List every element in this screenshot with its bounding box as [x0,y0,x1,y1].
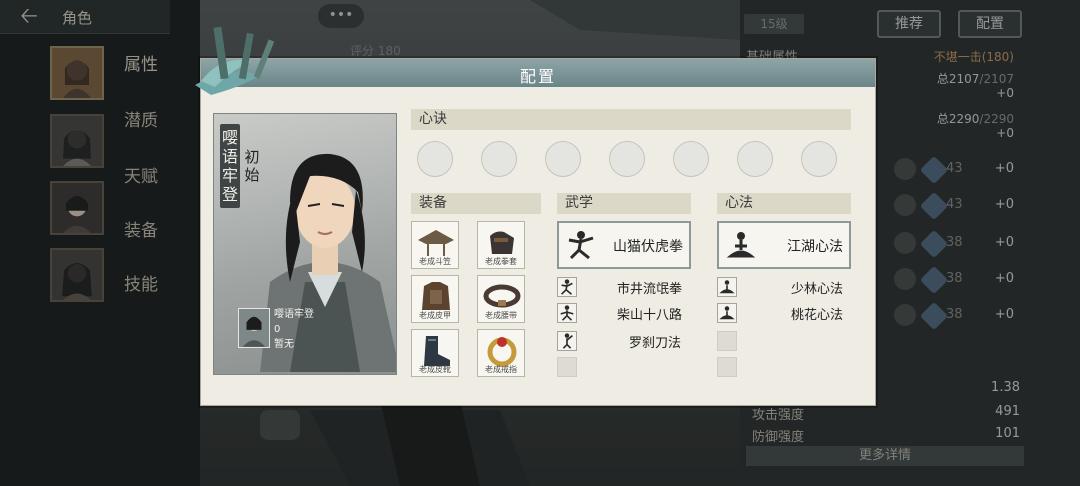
swordsman-icon [562,333,573,349]
character-portrait [260,153,396,372]
character-tag: 初始 [244,148,260,184]
martial-art-icon-2[interactable] [557,303,577,323]
avatar [238,308,270,348]
meditation-icon [719,280,735,294]
xinjue-slot-2[interactable] [481,141,517,177]
equip-slot-boots[interactable]: 老成皮靴 [411,329,459,377]
xinjue-slot-7[interactable] [801,141,837,177]
martial-art-label-3[interactable]: 罗刹刀法 [629,332,681,351]
martial-art-icon-3[interactable] [557,331,577,351]
mind-method-icon-2[interactable] [717,303,737,323]
small-value: 0 [274,324,281,335]
equipment-section-header: 装备 [411,193,541,214]
xinjue-slot-4[interactable] [609,141,645,177]
equip-slot-ring[interactable]: 老成戒指 [477,329,525,377]
equip-slot-armor[interactable]: 老成皮甲 [411,275,459,323]
meditation-icon [719,306,735,320]
fighter-pose-icon [568,231,594,260]
mind-method-label-1[interactable]: 少林心法 [791,278,843,297]
xinjue-slot-6[interactable] [737,141,773,177]
martial-art-main-slot[interactable]: 山猫伏虎拳 [557,221,691,269]
mind-method-icon-1[interactable] [717,277,737,297]
mind-method-main-slot[interactable]: 江湖心法 [717,221,851,269]
xinjue-slot-3[interactable] [545,141,581,177]
mind-method-empty-slot-1[interactable] [717,331,737,351]
equip-slot-hat[interactable]: 老成斗笠 [411,221,459,269]
martial-art-icon-1[interactable] [557,277,577,297]
fighter-icon [560,305,574,321]
martial-art-label-1[interactable]: 市井流氓拳 [617,278,682,297]
xinjue-section-header: 心诀 [411,109,851,130]
dialog-header: 配置 [201,59,875,87]
martial-arts-section-header: 武学 [557,193,691,214]
meditation-icon [726,232,756,258]
sword-emblem-icon [195,26,275,95]
small-status: 暂无 [274,339,294,350]
character-card[interactable]: 嘤语牢登 初始 嘤语牢登 0 暂无 [213,113,397,375]
equip-slot-belt[interactable]: 老成腰带 [477,275,525,323]
fighter-icon [561,279,573,295]
mind-method-section-header: 心法 [717,193,851,214]
equip-slot-gloves[interactable]: 老成拳套 [477,221,525,269]
martial-art-label-2[interactable]: 柴山十八路 [617,304,682,323]
small-name: 嘤语牢登 [274,309,314,320]
mind-method-label-2[interactable]: 桃花心法 [791,304,843,323]
martial-art-empty-slot[interactable] [557,357,577,377]
character-name: 嘤语牢登 [220,124,240,208]
character-info: 嘤语牢登 0 暂无 [274,307,314,352]
mind-method-empty-slot-2[interactable] [717,357,737,377]
xinjue-slot-5[interactable] [673,141,709,177]
config-dialog: 配置 嘤语牢登 初始 嘤语牢登 0 暂无 心诀 装备 老成斗笠 老成拳套 老成皮… [195,26,876,406]
xinjue-slot-1[interactable] [417,141,453,177]
dialog-title: 配置 [519,67,556,86]
